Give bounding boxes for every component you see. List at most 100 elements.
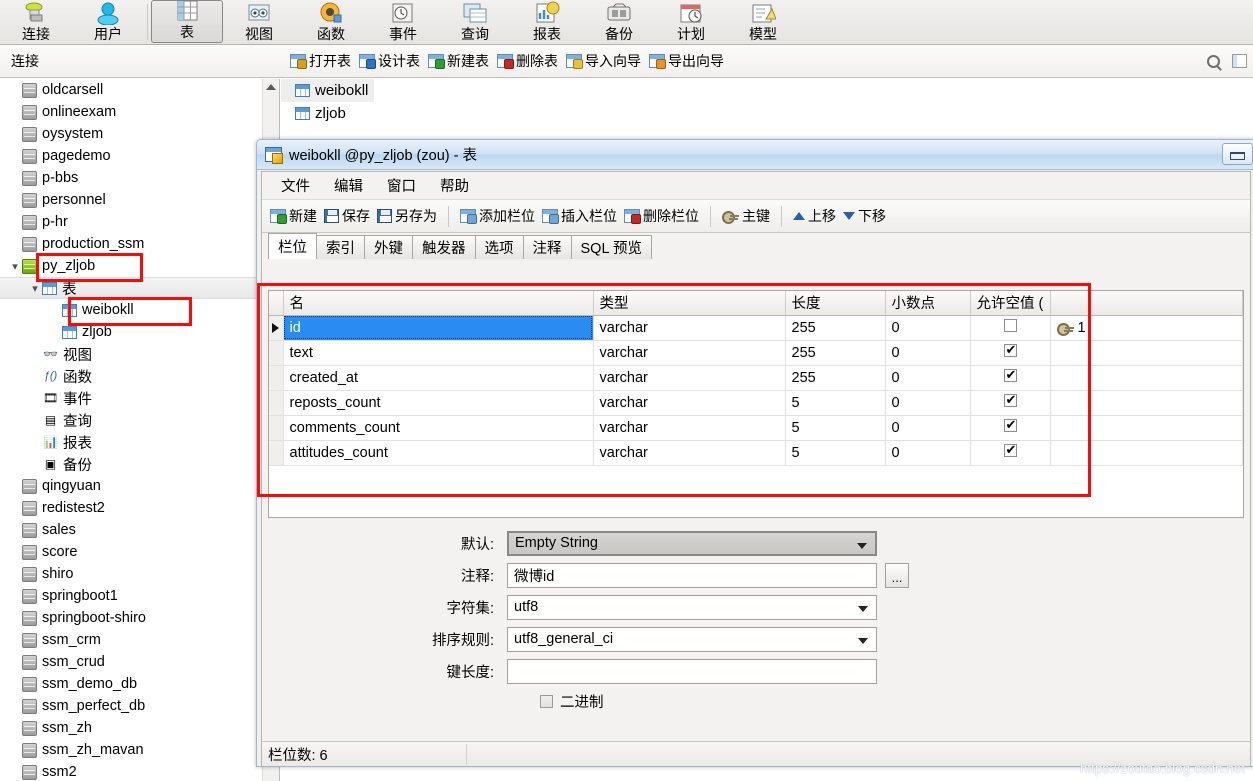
field-length-cell[interactable]: 255 [785,340,886,366]
field-name-cell[interactable]: text [283,340,594,366]
tree-item-[interactable]: ▤ 查询 [0,409,262,431]
field-nullable-cell[interactable] [970,315,1051,341]
grid-header-4[interactable]: 小数点 [885,291,971,316]
search-icon[interactable] [1207,54,1220,68]
tree-item-ssm_zh_mavan[interactable]: ssm_zh_mavan [0,739,262,761]
grid-header-1[interactable]: 名 [283,291,594,316]
field-name-cell[interactable]: id [283,315,594,341]
field-type-cell[interactable]: varchar [593,440,786,466]
move-up-button[interactable]: 上移 [793,206,836,226]
binary-checkbox[interactable] [540,694,553,708]
menu-item-3[interactable]: 窗口 [378,173,425,198]
field-type-cell[interactable]: varchar [593,390,786,416]
scroll-up-icon[interactable] [266,84,276,90]
ribbon-tab-8[interactable]: 报表 [511,0,583,44]
field-name-cell[interactable]: reposts_count [283,390,594,416]
field-type-cell[interactable]: varchar [593,365,786,391]
tree-item-springboot-shiro[interactable]: springboot-shiro [0,607,262,629]
designer-tab-1[interactable]: 栏位 [268,233,317,259]
comment-browse-button[interactable]: ... [885,562,909,588]
field-key-cell[interactable] [1050,390,1243,416]
grid-row[interactable]: created_at varchar 255 0 [269,365,1243,391]
ribbon-tab-9[interactable]: 备份 [583,0,655,44]
field-decimals-cell[interactable]: 0 [885,390,971,416]
designer-tab-4[interactable]: 触发器 [412,235,476,259]
grid-row[interactable]: attitudes_count varchar 5 0 [269,440,1243,466]
insert-field-button[interactable]: 插入栏位 [542,206,617,226]
grid-header-2[interactable]: 类型 [593,291,786,316]
open-table-button[interactable]: 打开表 [290,51,351,71]
charset-combo[interactable]: utf8 [507,594,877,620]
field-length-cell[interactable]: 5 [785,440,886,466]
tree-item-ssm_perfect_db[interactable]: ssm_perfect_db [0,695,262,717]
tree-item-ssm_crud[interactable]: ssm_crud [0,651,262,673]
field-decimals-cell[interactable]: 0 [885,365,971,391]
twisty-expanded-icon[interactable] [28,282,42,295]
tree-item-p-bbs[interactable]: p-bbs [0,167,262,189]
field-name-cell[interactable]: created_at [283,365,594,391]
tree-item-p-hr[interactable]: p-hr [0,211,262,233]
nullable-checkbox[interactable] [1003,342,1017,358]
grid-row[interactable]: id varchar 255 0 1 [269,315,1243,341]
tree-item-zljob[interactable]: zljob [0,321,262,343]
default-value-combo[interactable]: Empty String [507,530,877,556]
fields-grid-body[interactable]: idvarchar25501textvarchar2550created_atv… [269,315,1243,466]
save-as-button[interactable]: 另存为 [377,206,437,226]
field-key-cell[interactable] [1050,340,1243,366]
tree-item-springboot1[interactable]: springboot1 [0,585,262,607]
delete-table-button[interactable]: 删除表 [497,51,558,71]
keylength-input[interactable] [507,658,877,684]
tree-item-redistest2[interactable]: redistest2 [0,497,262,519]
field-decimals-cell[interactable]: 0 [885,315,971,341]
object-list[interactable]: weibokll zljob [281,79,1253,125]
designer-tab-6[interactable]: 注释 [522,235,572,259]
tree-item-weibokll[interactable]: weibokll [0,299,262,321]
ribbon-tab-2[interactable]: 用户 [72,0,144,44]
tree-item-onlineexam[interactable]: onlineexam [0,101,262,123]
new-table-button[interactable]: 新建表 [428,51,489,71]
ribbon-tab-5[interactable]: 函数 [295,0,367,44]
move-down-button[interactable]: 下移 [843,206,886,226]
object-list-item[interactable]: weibokll [281,79,375,102]
field-decimals-cell[interactable]: 0 [885,415,971,441]
field-key-cell[interactable] [1050,365,1243,391]
field-nullable-cell[interactable] [970,440,1051,466]
designer-tab-5[interactable]: 选项 [474,235,524,259]
ribbon-tab-1[interactable]: 连接 [0,0,72,44]
tree-item-personnel[interactable]: personnel [0,189,262,211]
field-key-cell[interactable] [1050,415,1243,441]
tree-item-shiro[interactable]: shiro [0,563,262,585]
tree-item-score[interactable]: score [0,541,262,563]
tree-item-ssm_demo_db[interactable]: ssm_demo_db [0,673,262,695]
tree-item-[interactable]: 📊 报表 [0,431,262,453]
comment-input[interactable]: 微博id [507,562,877,588]
grid-view-icon[interactable] [1232,54,1247,68]
tree-item-[interactable]: ƒ() 函数 [0,365,262,387]
collation-combo[interactable]: utf8_general_ci [507,626,877,652]
field-length-cell[interactable]: 255 [785,315,886,341]
grid-header-6[interactable] [1050,291,1243,316]
field-nullable-cell[interactable] [970,340,1051,366]
nullable-checkbox[interactable] [1003,319,1017,332]
ribbon-tab-3[interactable]: 表 [151,0,223,43]
field-nullable-cell[interactable] [970,415,1051,441]
designer-tab-7[interactable]: SQL 预览 [570,235,653,259]
field-type-cell[interactable]: varchar [593,415,786,441]
database-tree[interactable]: oldcarsell onlineexam oysystem pagedemo p-bb… [0,79,262,781]
field-length-cell[interactable]: 255 [785,365,886,391]
design-table-button[interactable]: 设计表 [359,51,420,71]
tree-item-pagedemo[interactable]: pagedemo [0,145,262,167]
save-button[interactable]: 保存 [324,206,370,226]
tree-item-ssm_zh[interactable]: ssm_zh [0,717,262,739]
restore-window-button[interactable] [1222,143,1253,165]
tree-item-oldcarsell[interactable]: oldcarsell [0,79,262,101]
nullable-checkbox[interactable] [1003,417,1017,433]
object-list-item[interactable]: zljob [281,102,1253,125]
field-name-cell[interactable]: attitudes_count [283,440,594,466]
new-field-button[interactable]: 新建 [270,206,317,226]
twisty-expanded-icon[interactable] [8,260,22,273]
grid-row[interactable]: text varchar 255 0 [269,340,1243,366]
nullable-checkbox[interactable] [1003,392,1017,408]
tree-item-[interactable]: 表 [0,277,262,299]
designer-tab-3[interactable]: 外键 [364,235,413,259]
